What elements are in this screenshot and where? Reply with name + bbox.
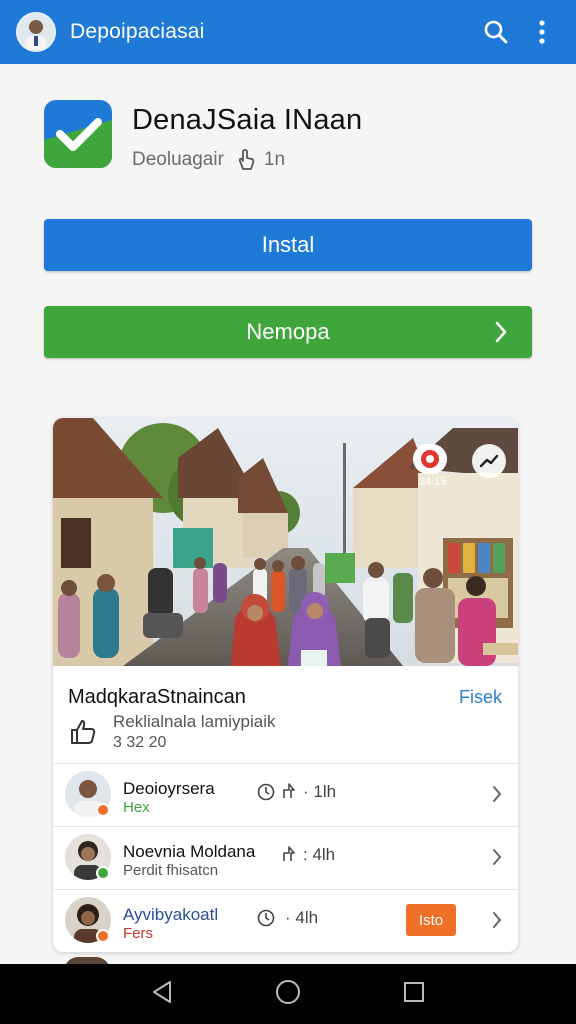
list-item[interactable]: Ayvibyakoatl Fers · 4lh Isto bbox=[53, 890, 518, 952]
list-item[interactable]: Noevnia Moldana Perdit fhisatcn : 4lh bbox=[53, 827, 518, 890]
row-time: · 1lh bbox=[303, 782, 337, 801]
status-dot bbox=[96, 929, 110, 943]
system-nav-bar bbox=[0, 964, 576, 1024]
status-dot bbox=[96, 803, 110, 817]
row-sub: Hex bbox=[123, 799, 150, 816]
row-name: Deoioyrsera bbox=[123, 779, 215, 798]
app-developer: Deoluagair bbox=[132, 149, 224, 170]
chevron-right-icon[interactable] bbox=[492, 911, 502, 934]
clock-icon bbox=[257, 783, 275, 806]
share-icon bbox=[282, 782, 298, 805]
clock-icon bbox=[257, 909, 275, 932]
row-name: Noevnia Moldana bbox=[123, 842, 256, 861]
row-sub: Fers bbox=[123, 925, 153, 942]
thumbs-up-icon[interactable] bbox=[69, 718, 97, 751]
install-button[interactable]: Instal bbox=[44, 219, 532, 271]
row-time: · 4lh bbox=[285, 908, 319, 927]
list-item[interactable]: Deoioyrsera Hex · 1lh bbox=[53, 764, 518, 827]
photo-count: 24 15 bbox=[419, 476, 447, 488]
street-market-photo[interactable]: 24 15 bbox=[53, 418, 518, 666]
status-badge[interactable]: Isto bbox=[406, 904, 456, 936]
recents-square-icon[interactable] bbox=[403, 981, 425, 1008]
app-bar-title: Depoipaciasai bbox=[70, 20, 205, 43]
more-vert-icon[interactable] bbox=[522, 12, 562, 52]
card-title: MadqkaraStnaincan bbox=[68, 686, 246, 708]
app-meta-value: 1n bbox=[263, 149, 286, 170]
open-button-label: Nemopa bbox=[246, 319, 330, 344]
post-card: 24 15 MadqkaraStnaincan Fisek Reklialnal… bbox=[53, 418, 518, 952]
location-pin-icon[interactable] bbox=[413, 444, 447, 474]
home-circle-icon[interactable] bbox=[275, 979, 301, 1010]
card-header: MadqkaraStnaincan Fisek Reklialnala lami… bbox=[53, 670, 518, 764]
trend-icon[interactable] bbox=[472, 444, 506, 478]
checkmark-app-icon bbox=[44, 100, 112, 168]
card-subtitle: Reklialnala lamiypiaik bbox=[113, 712, 276, 731]
row-name: Ayvibyakoatl bbox=[123, 905, 219, 924]
search-icon[interactable] bbox=[476, 12, 516, 52]
top-app-bar: Depoipaciasai bbox=[0, 0, 576, 64]
card-number: 3 32 20 bbox=[113, 734, 167, 751]
row-time: : 4lh bbox=[303, 845, 336, 864]
app-header: DenaJSaia INaan Deoluagair 1n bbox=[44, 100, 532, 170]
row-sub: Perdit fhisatcn bbox=[123, 862, 219, 879]
back-triangle-icon[interactable] bbox=[151, 980, 173, 1009]
hand-tap-icon bbox=[236, 149, 256, 171]
open-button[interactable]: Nemopa bbox=[44, 306, 532, 358]
share-icon bbox=[282, 845, 298, 868]
chevron-right-icon[interactable] bbox=[492, 848, 502, 871]
chevron-right-icon[interactable] bbox=[492, 785, 502, 808]
app-name: DenaJSaia INaan bbox=[132, 104, 363, 136]
install-button-label: Instal bbox=[261, 232, 315, 257]
card-link[interactable]: Fisek bbox=[459, 687, 502, 708]
chevron-right-icon bbox=[494, 320, 508, 350]
profile-avatar[interactable] bbox=[16, 12, 56, 52]
status-dot bbox=[96, 866, 110, 880]
